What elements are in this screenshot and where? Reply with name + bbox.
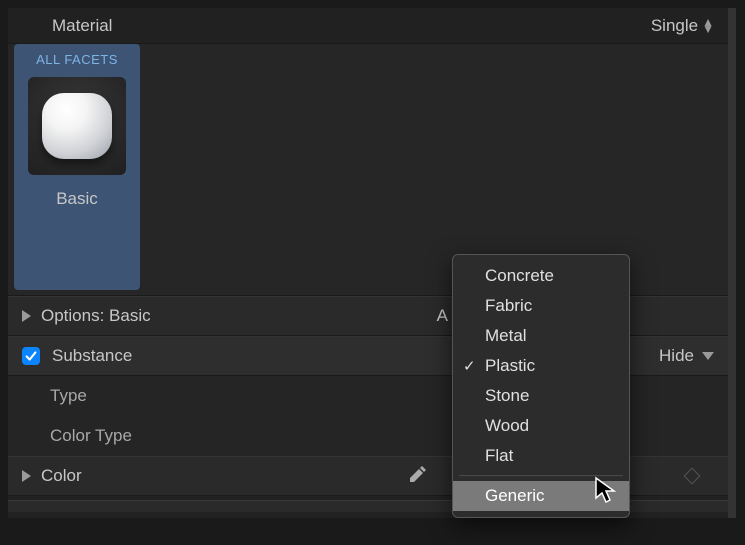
popup-item-stone[interactable]: Stone (453, 381, 629, 411)
eyedropper-icon[interactable] (408, 464, 428, 489)
options-right-peek: A (437, 306, 448, 326)
popup-item-fabric[interactable]: Fabric (453, 291, 629, 321)
material-mode-dropdown[interactable]: Single ▲▼ (651, 16, 714, 36)
material-preview-icon (42, 93, 112, 159)
facet-tile[interactable]: ALL FACETS Basic (14, 44, 140, 290)
facet-tab-all[interactable]: ALL FACETS (22, 52, 132, 67)
facet-thumbnail[interactable] (28, 77, 126, 175)
facet-name: Basic (14, 189, 140, 209)
cursor-icon (594, 476, 618, 511)
popup-item-metal[interactable]: Metal (453, 321, 629, 351)
substance-hide-toggle[interactable]: Hide (659, 346, 714, 366)
popup-item-flat[interactable]: Flat (453, 441, 629, 471)
popup-item-concrete[interactable]: Concrete (453, 261, 629, 291)
updown-icon: ▲▼ (702, 19, 714, 32)
material-mode-value: Single (651, 16, 698, 36)
check-icon (24, 349, 38, 363)
checkmark-icon: ✓ (463, 357, 476, 375)
material-title: Material (52, 16, 651, 36)
chevron-down-icon (702, 352, 714, 360)
popup-item-plastic[interactable]: ✓Plastic (453, 351, 629, 381)
disclosure-icon[interactable] (22, 470, 31, 482)
popup-item-wood[interactable]: Wood (453, 411, 629, 441)
material-header: Material Single ▲▼ (8, 8, 728, 44)
disclosure-icon[interactable] (22, 310, 31, 322)
hide-label: Hide (659, 346, 694, 366)
substance-checkbox[interactable] (22, 347, 40, 365)
